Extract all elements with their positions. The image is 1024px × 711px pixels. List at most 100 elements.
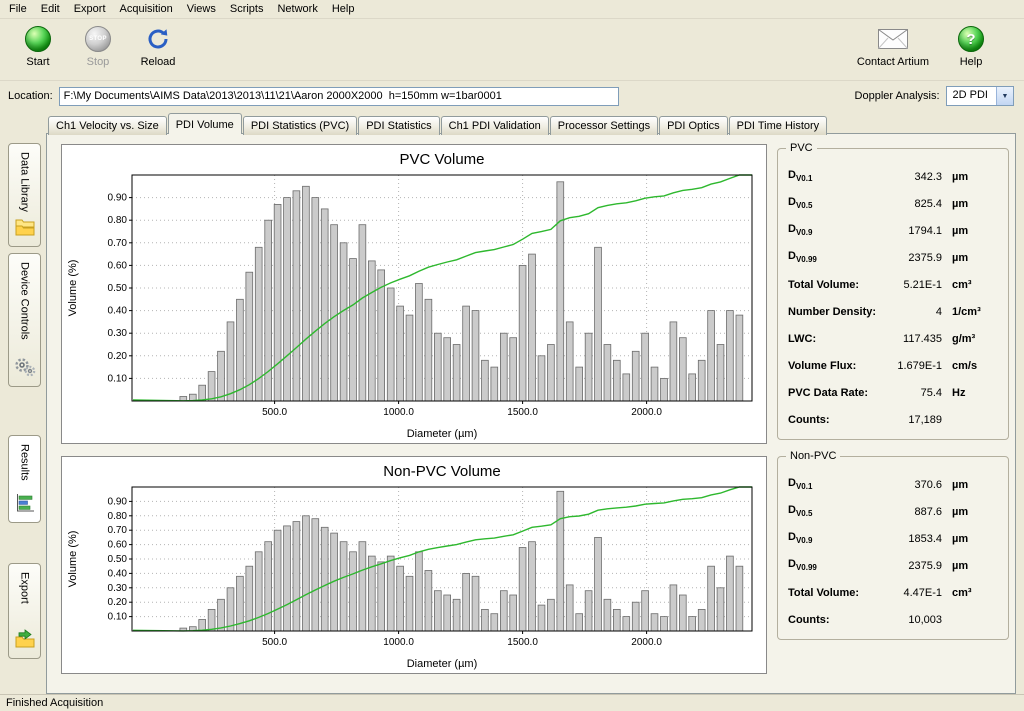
svg-text:0.10: 0.10 — [108, 612, 128, 623]
svg-text:0.10: 0.10 — [108, 373, 128, 384]
bar-chart-icon — [14, 492, 36, 517]
stat-row: PVC Data Rate:75.4Hz — [788, 379, 998, 406]
menu-item-views[interactable]: Views — [180, 1, 223, 17]
tab-pdi-volume[interactable]: PDI Volume — [168, 113, 242, 134]
stat-value: 4.47E-1 — [880, 587, 942, 599]
toolbar-right: Contact Artium?Help — [856, 23, 1012, 68]
stat-unit: Hz — [942, 387, 998, 399]
menu-item-export[interactable]: Export — [67, 1, 113, 17]
stat-label: DV0.1 — [788, 169, 880, 183]
envelope-icon — [878, 25, 908, 53]
menu-item-help[interactable]: Help — [325, 1, 362, 17]
svg-text:1000.0: 1000.0 — [383, 407, 414, 418]
sidebar-item-export[interactable]: Export — [8, 563, 41, 659]
stat-label: DV0.5 — [788, 196, 880, 210]
svg-text:0.30: 0.30 — [108, 583, 128, 594]
status-text: Finished Acquisition — [6, 697, 103, 709]
stat-unit: µm — [942, 198, 998, 210]
svg-text:0.40: 0.40 — [108, 568, 128, 579]
svg-text:0.80: 0.80 — [108, 215, 128, 226]
stat-row: Counts:10,003 — [788, 606, 998, 633]
menu-bar: FileEditExportAcquisitionViewsScriptsNet… — [0, 0, 1024, 19]
sidebar-item-results[interactable]: Results — [8, 435, 41, 523]
aims-application-window: FileEditExportAcquisitionViewsScriptsNet… — [0, 0, 1024, 711]
stat-label: LWC: — [788, 333, 880, 345]
chevron-down-icon[interactable]: ▼ — [996, 87, 1013, 105]
stat-label: DV0.9 — [788, 223, 880, 237]
help-sphere-icon: ? — [958, 25, 984, 53]
stat-row: DV0.1370.6µm — [788, 471, 998, 498]
stat-label: PVC Data Rate: — [788, 387, 880, 399]
svg-text:0.70: 0.70 — [108, 525, 128, 536]
stop-sphere-icon: STOP — [85, 25, 111, 53]
svg-text:PVC Volume: PVC Volume — [399, 151, 484, 168]
stat-label: DV0.99 — [788, 250, 880, 264]
stats-column: PVCDV0.1342.3µmDV0.5825.4µmDV0.91794.1µm… — [777, 144, 1009, 685]
stat-label: Volume Flux: — [788, 360, 880, 372]
tab-ch1-pdi-validation[interactable]: Ch1 PDI Validation — [441, 116, 549, 135]
tab-pdi-time-history[interactable]: PDI Time History — [729, 116, 828, 135]
stat-row: DV0.5887.6µm — [788, 498, 998, 525]
doppler-analysis-label: Doppler Analysis: — [855, 90, 940, 102]
tool-button-label: Start — [26, 56, 49, 68]
sidebar-item-label: Results — [19, 444, 31, 481]
sidebar-item-label: Device Controls — [19, 262, 31, 340]
svg-text:0.50: 0.50 — [108, 283, 128, 294]
stat-value: 342.3 — [880, 171, 942, 183]
stat-value: 825.4 — [880, 198, 942, 210]
start-button[interactable]: Start — [10, 23, 66, 68]
tab-ch1-velocity-vs-size[interactable]: Ch1 Velocity vs. Size — [48, 116, 167, 135]
sidebar-item-device-controls[interactable]: Device Controls — [8, 253, 41, 387]
stat-value: 2375.9 — [880, 252, 942, 264]
stat-unit: µm — [942, 252, 998, 264]
stat-unit: µm — [942, 479, 998, 491]
stat-row: DV0.91853.4µm — [788, 525, 998, 552]
svg-text:2000.0: 2000.0 — [631, 407, 662, 418]
pvc-stats-panel: PVCDV0.1342.3µmDV0.5825.4µmDV0.91794.1µm… — [777, 148, 1009, 440]
status-bar: Finished Acquisition — [0, 694, 1024, 711]
stat-row: DV0.5825.4µm — [788, 190, 998, 217]
toolbar-left: Start STOP Stop Reload — [10, 23, 190, 68]
stat-value: 10,003 — [880, 614, 942, 626]
menu-item-acquisition[interactable]: Acquisition — [113, 1, 180, 17]
svg-text:0.30: 0.30 — [108, 328, 128, 339]
tab-pdi-statistics[interactable]: PDI Statistics — [358, 116, 439, 135]
tab-pdi-optics[interactable]: PDI Optics — [659, 116, 728, 135]
svg-text:2000.0: 2000.0 — [631, 637, 662, 648]
pdi-volume-tab-page: 0.100.200.300.400.500.600.700.800.90500.… — [46, 133, 1016, 694]
tab-processor-settings[interactable]: Processor Settings — [550, 116, 658, 135]
svg-text:0.40: 0.40 — [108, 306, 128, 317]
svg-text:0.70: 0.70 — [108, 238, 128, 249]
stat-label: Counts: — [788, 414, 880, 426]
stat-label: DV0.5 — [788, 504, 880, 518]
reload-button[interactable]: Reload — [130, 23, 186, 68]
doppler-analysis-select[interactable]: 2D PDI ▼ — [946, 86, 1014, 106]
contact-artium-button[interactable]: Contact Artium — [856, 23, 930, 68]
stat-value: 370.6 — [880, 479, 942, 491]
svg-text:1500.0: 1500.0 — [507, 407, 538, 418]
tab-area: Ch1 Velocity vs. SizePDI VolumePDI Stati… — [46, 113, 1016, 694]
sidebar-item-data-library[interactable]: Data Library — [8, 143, 41, 247]
start-sphere-icon — [25, 25, 51, 53]
svg-text:0.50: 0.50 — [108, 554, 128, 565]
svg-text:Volume (%): Volume (%) — [67, 260, 79, 317]
stat-row: Total Volume:5.21E-1cm³ — [788, 271, 998, 298]
tool-button-label: Stop — [87, 56, 110, 68]
tab-pdi-statistics-pvc[interactable]: PDI Statistics (PVC) — [243, 116, 357, 135]
help-button[interactable]: ?Help — [934, 23, 1008, 68]
sidebar-item-label: Data Library — [19, 152, 31, 212]
stat-label: DV0.9 — [788, 531, 880, 545]
stat-label: DV0.1 — [788, 477, 880, 491]
menu-item-network[interactable]: Network — [270, 1, 324, 17]
stat-value: 1853.4 — [880, 533, 942, 545]
menu-item-scripts[interactable]: Scripts — [223, 1, 271, 17]
stat-row: Volume Flux:1.679E-1cm/s — [788, 352, 998, 379]
stop-button[interactable]: STOP Stop — [70, 23, 126, 68]
stat-value: 75.4 — [880, 387, 942, 399]
location-input[interactable] — [59, 87, 619, 106]
non-pvc-volume-chart: 0.100.200.300.400.500.600.700.800.90500.… — [61, 456, 767, 674]
menu-item-edit[interactable]: Edit — [34, 1, 67, 17]
stat-label: Total Volume: — [788, 279, 880, 291]
svg-text:0.90: 0.90 — [108, 496, 128, 507]
menu-item-file[interactable]: File — [2, 1, 34, 17]
